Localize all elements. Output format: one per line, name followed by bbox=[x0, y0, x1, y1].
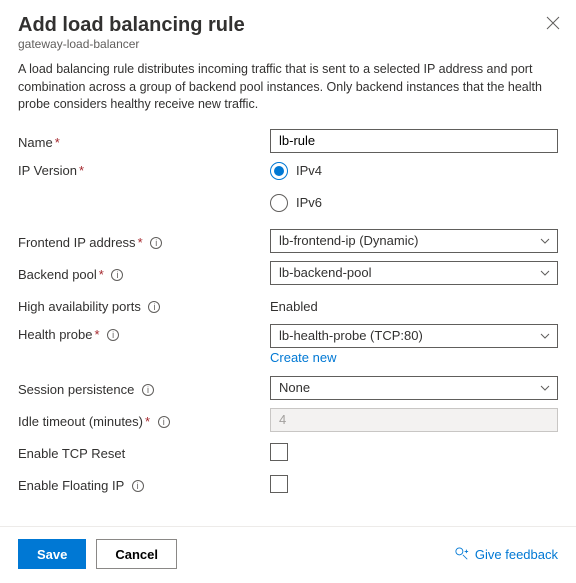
required-marker: * bbox=[99, 267, 104, 282]
cancel-button[interactable]: Cancel bbox=[96, 539, 177, 569]
ipv6-radio[interactable]: IPv6 bbox=[270, 194, 558, 212]
info-icon[interactable]: i bbox=[132, 480, 144, 492]
ha-ports-value: Enabled bbox=[270, 296, 558, 314]
floating-ip-checkbox[interactable] bbox=[270, 475, 288, 493]
required-marker: * bbox=[79, 163, 84, 178]
close-icon bbox=[546, 16, 560, 30]
frontend-ip-label: Frontend IP address bbox=[18, 235, 136, 250]
health-probe-label: Health probe bbox=[18, 327, 92, 342]
ha-ports-label: High availability ports bbox=[18, 299, 141, 314]
idle-timeout-label: Idle timeout (minutes) bbox=[18, 414, 143, 429]
chevron-down-icon bbox=[539, 382, 551, 394]
ip-version-label: IP Version bbox=[18, 163, 77, 178]
required-marker: * bbox=[55, 135, 60, 150]
idle-timeout-input bbox=[270, 408, 558, 432]
name-label: Name bbox=[18, 135, 53, 150]
ipv4-radio[interactable]: IPv4 bbox=[270, 162, 558, 180]
create-new-link[interactable]: Create new bbox=[270, 350, 336, 365]
info-icon[interactable]: i bbox=[142, 384, 154, 396]
tcp-reset-label: Enable TCP Reset bbox=[18, 446, 125, 461]
save-button[interactable]: Save bbox=[18, 539, 86, 569]
give-feedback-link[interactable]: Give feedback bbox=[455, 547, 558, 562]
close-button[interactable] bbox=[546, 16, 560, 33]
feedback-icon bbox=[455, 547, 469, 561]
chevron-down-icon bbox=[539, 267, 551, 279]
give-feedback-label: Give feedback bbox=[475, 547, 558, 562]
required-marker: * bbox=[145, 414, 150, 429]
chevron-down-icon bbox=[539, 330, 551, 342]
chevron-down-icon bbox=[539, 235, 551, 247]
radio-checked-icon bbox=[270, 162, 288, 180]
panel-description: A load balancing rule distributes incomi… bbox=[0, 57, 576, 128]
tcp-reset-checkbox[interactable] bbox=[270, 443, 288, 461]
info-icon[interactable]: i bbox=[148, 301, 160, 313]
radio-unchecked-icon bbox=[270, 194, 288, 212]
info-icon[interactable]: i bbox=[150, 237, 162, 249]
backend-pool-value: lb-backend-pool bbox=[279, 265, 372, 280]
session-persistence-select[interactable]: None bbox=[270, 376, 558, 400]
form-area: Name* IP Version* IPv4 IPv6 Frontend IP … bbox=[0, 128, 576, 527]
panel-title: Add load balancing rule bbox=[18, 14, 558, 37]
required-marker: * bbox=[138, 235, 143, 250]
info-icon[interactable]: i bbox=[158, 416, 170, 428]
frontend-ip-select[interactable]: lb-frontend-ip (Dynamic) bbox=[270, 229, 558, 253]
frontend-ip-value: lb-frontend-ip (Dynamic) bbox=[279, 233, 418, 248]
name-input[interactable] bbox=[270, 129, 558, 153]
panel-subtitle: gateway-load-balancer bbox=[18, 37, 558, 51]
ipv6-radio-label: IPv6 bbox=[296, 195, 322, 210]
info-icon[interactable]: i bbox=[111, 269, 123, 281]
floating-ip-label: Enable Floating IP bbox=[18, 478, 124, 493]
session-persistence-label: Session persistence bbox=[18, 382, 134, 397]
backend-pool-label: Backend pool bbox=[18, 267, 97, 282]
session-persistence-value: None bbox=[279, 380, 310, 395]
required-marker: * bbox=[94, 327, 99, 342]
ipv4-radio-label: IPv4 bbox=[296, 163, 322, 178]
health-probe-value: lb-health-probe (TCP:80) bbox=[279, 328, 423, 343]
health-probe-select[interactable]: lb-health-probe (TCP:80) bbox=[270, 324, 558, 348]
info-icon[interactable]: i bbox=[107, 329, 119, 341]
backend-pool-select[interactable]: lb-backend-pool bbox=[270, 261, 558, 285]
